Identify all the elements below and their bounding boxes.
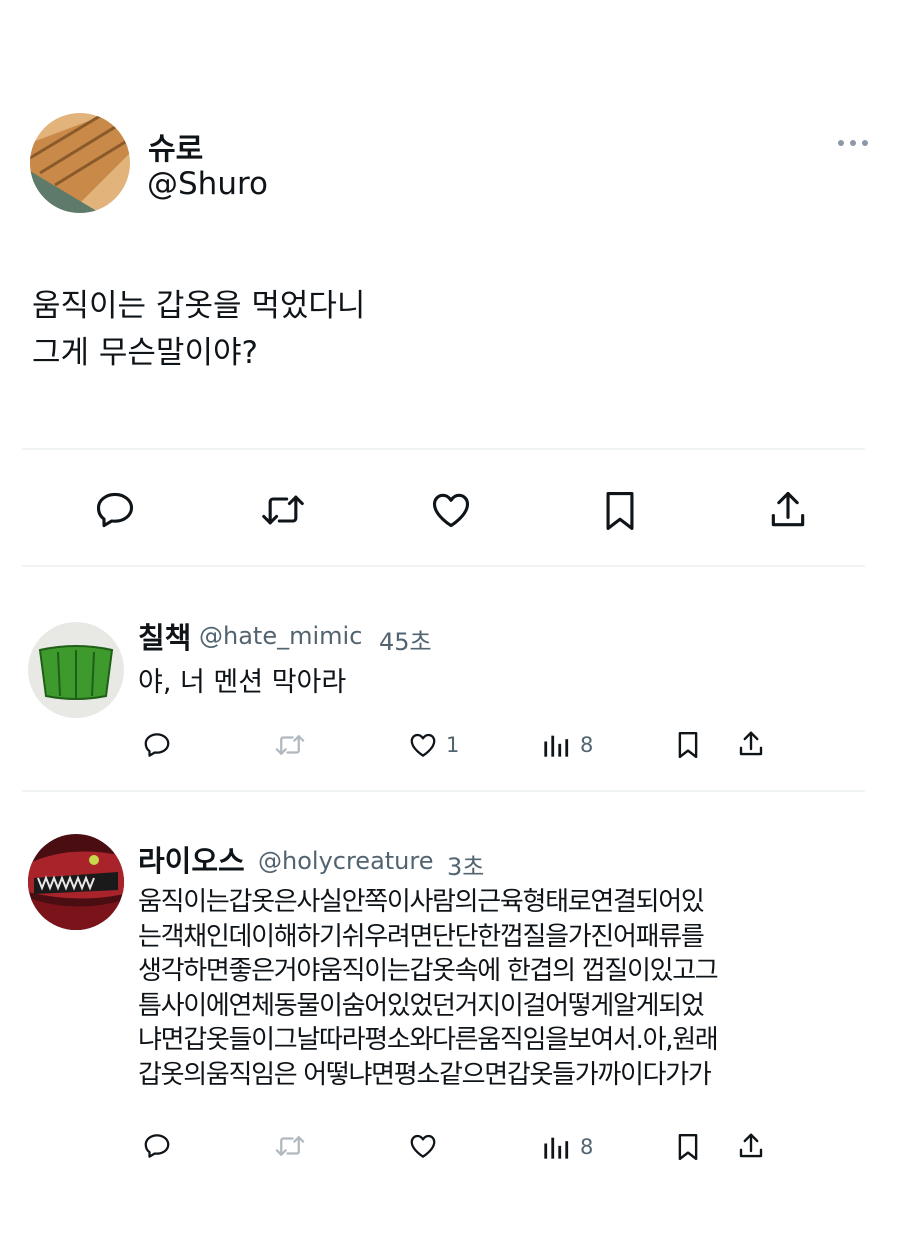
- views-icon[interactable]: [541, 731, 571, 759]
- reply-icon[interactable]: [141, 730, 173, 760]
- reply-author-name[interactable]: 칠책: [138, 615, 191, 657]
- views-icon[interactable]: [541, 1133, 571, 1161]
- reply-icon[interactable]: [92, 488, 138, 532]
- like-count: 1: [446, 733, 460, 757]
- reply-timestamp[interactable]: 3초: [447, 847, 484, 882]
- retweet-icon[interactable]: [273, 730, 307, 760]
- divider: [22, 565, 865, 567]
- reply-text-line: 생각하면좋은거야움직이는갑옷속에 한겹의 껍질이있고그: [138, 956, 719, 987]
- share-icon[interactable]: [735, 1131, 767, 1161]
- share-icon[interactable]: [765, 488, 811, 532]
- bookmark-icon[interactable]: [598, 488, 642, 534]
- views-count: 8: [580, 1135, 594, 1159]
- reply-author-handle[interactable]: @hate_mimic: [199, 622, 362, 650]
- author-handle[interactable]: @Shuro: [147, 166, 268, 202]
- reply-avatar[interactable]: [28, 622, 124, 718]
- like-icon[interactable]: [406, 1131, 440, 1161]
- views-count: 8: [580, 733, 594, 757]
- share-icon[interactable]: [735, 729, 767, 759]
- reply-text-line: 는객채인데이해하기쉬우려면단단한껍질을가진어패류를: [138, 921, 705, 952]
- bookmark-icon[interactable]: [673, 729, 703, 761]
- reply-text: 야, 너 멘션 막아라: [138, 667, 347, 698]
- reply-text-line: 움직이는갑옷은사실안쪽이사람의근육형태로연결되어있: [138, 887, 705, 917]
- divider: [22, 790, 865, 792]
- like-icon[interactable]: [428, 488, 474, 532]
- reply-text-line: 갑옷의움직임은 어떻냐면평소같으면갑옷들가까이다가가: [138, 1059, 712, 1090]
- tweet-text-line-2: 그게 무슨말이야?: [32, 335, 258, 371]
- like-icon[interactable]: [406, 730, 440, 760]
- bookmark-icon[interactable]: [673, 1131, 703, 1163]
- divider: [22, 448, 865, 450]
- reply-author-name[interactable]: 라이오스: [138, 838, 245, 880]
- retweet-icon[interactable]: [258, 488, 308, 532]
- retweet-icon[interactable]: [273, 1131, 307, 1161]
- reply-avatar[interactable]: [28, 834, 124, 930]
- author-avatar[interactable]: [30, 113, 130, 213]
- reply-timestamp[interactable]: 45초: [379, 622, 432, 657]
- reply-icon[interactable]: [141, 1131, 173, 1161]
- reply-text-line: 냐면갑옷들이그날따라평소와다른움직임을보여서.아,원래: [138, 1025, 719, 1056]
- more-options-icon[interactable]: [836, 137, 870, 149]
- author-name[interactable]: 슈로: [148, 124, 203, 168]
- reply-text-line: 틈사이에연체동물이숨어있었던거지이걸어떻게알게되었: [138, 990, 705, 1021]
- reply-author-handle[interactable]: @holycreature: [258, 847, 434, 875]
- tweet-text-line-1: 움직이는 갑옷을 먹었다니: [32, 288, 366, 324]
- reply-text-block: 움직이는갑옷은사실안쪽이사람의근육형태로연결되어있 는객채인데이해하기쉬우려면단…: [138, 885, 719, 1093]
